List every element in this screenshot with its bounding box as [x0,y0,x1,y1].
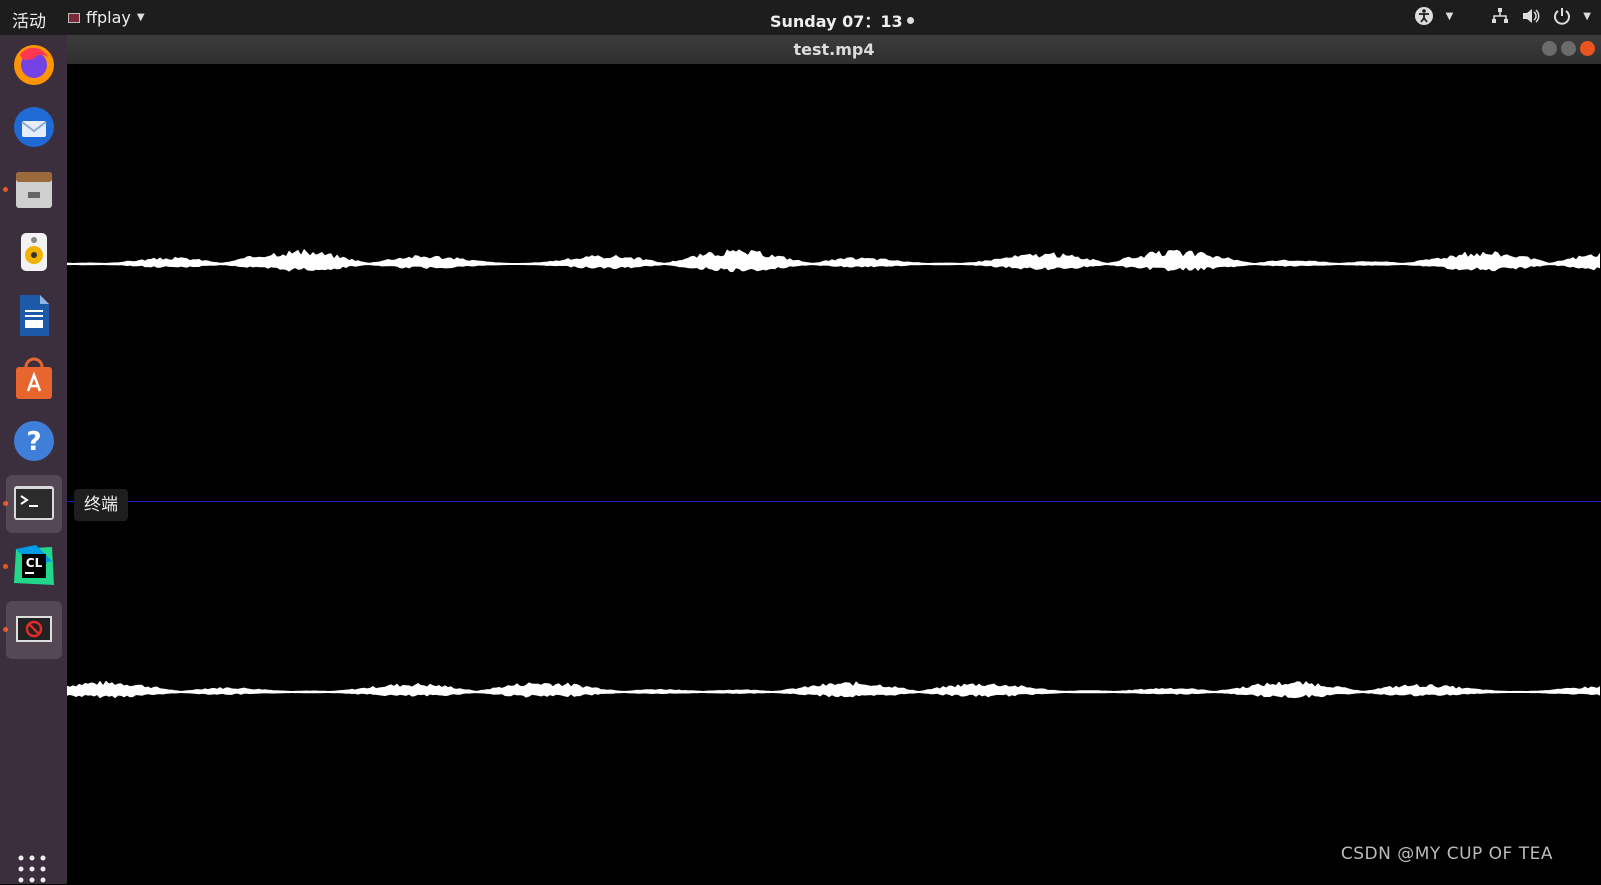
notification-dot-icon [906,16,914,24]
dock-item-ffplay[interactable] [6,601,62,659]
terminal-icon [14,486,54,520]
app-menu[interactable]: ffplay ▼ [68,8,145,27]
rhythmbox-icon [21,233,47,271]
waveform-shape [67,248,1600,273]
dock-item-software[interactable] [6,350,62,408]
chevron-down-icon[interactable]: ▼ [1446,11,1454,22]
close-button[interactable] [1580,41,1595,56]
thunderbird-icon [14,107,54,147]
svg-text:?: ? [26,427,41,457]
window-controls [1542,41,1595,56]
dock-item-terminal[interactable] [6,475,62,533]
waveform-channel-2 [67,680,1600,699]
network-icon[interactable] [1491,7,1509,25]
dock-tooltip: 终端 [74,489,128,521]
app-menu-label: ffplay [86,8,131,27]
activities-button[interactable]: 活动 [12,7,46,32]
firefox-icon [14,45,54,85]
dock-item-clion[interactable]: CL [6,538,62,596]
maximize-button[interactable] [1561,41,1576,56]
chevron-down-icon: ▼ [136,12,145,23]
ffplay-window: test.mp4 [67,35,1601,884]
waveform-channel-1 [67,248,1600,273]
top-bar: 活动 ffplay ▼ Sunday 07：13 ▼ ▼ [0,0,1601,35]
accessibility-icon[interactable] [1414,6,1434,26]
dock-item-files[interactable] [6,161,62,219]
clock[interactable]: Sunday 07：13 [770,8,914,32]
ubuntu-software-icon [16,357,52,399]
system-tray: ▼ ▼ [1414,6,1591,26]
chevron-down-icon[interactable]: ▼ [1583,11,1591,22]
minimize-button[interactable] [1542,41,1557,56]
clion-icon: CL [14,545,54,585]
svg-text:CL: CL [26,556,43,570]
dock-item-rhythmbox[interactable] [6,224,62,282]
app-grid-icon[interactable] [16,853,48,885]
volume-icon[interactable] [1521,7,1541,25]
dock: ? CL [0,35,67,884]
files-icon [16,172,52,208]
ffplay-window-icon [16,616,52,642]
window-title: test.mp4 [793,40,875,59]
waveform-display [67,64,1601,884]
libreoffice-writer-icon [20,295,49,336]
power-icon[interactable] [1553,7,1571,25]
dock-item-help[interactable]: ? [6,413,62,471]
dock-item-thunderbird[interactable] [6,99,62,157]
help-icon: ? [14,421,54,461]
waveform-shape [67,680,1600,699]
watermark: CSDN @MY CUP OF TEA [1340,844,1553,864]
dock-item-firefox[interactable] [6,36,62,94]
clock-label: Sunday 07：13 [770,12,903,31]
app-window-icon [68,12,80,23]
dock-item-writer[interactable] [6,287,62,345]
window-titlebar[interactable]: test.mp4 [67,35,1601,64]
